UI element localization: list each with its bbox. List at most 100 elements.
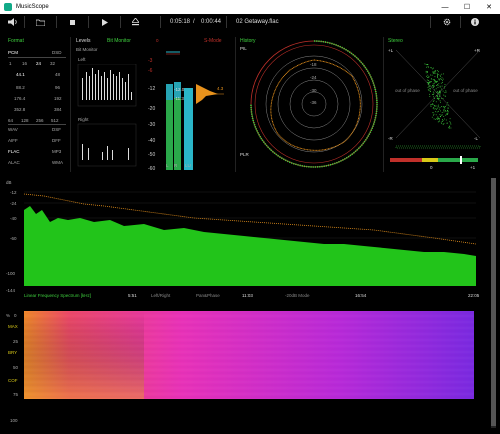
- spectrum-db-60: -60: [10, 236, 17, 241]
- loudness-value: 4.3: [217, 86, 224, 91]
- spectrum-db-12: -12: [10, 190, 17, 195]
- window-controls: — ☐ ✕: [434, 0, 500, 14]
- history-pil: PIL: [240, 46, 247, 51]
- vertical-scrollbar[interactable]: [491, 178, 496, 428]
- rate-96: 96: [55, 85, 61, 90]
- spectrogram-y-100: 100: [10, 418, 18, 423]
- rate-88-2: 88.2: [16, 85, 25, 90]
- gear-icon[interactable]: [443, 14, 451, 30]
- spectrum-mode-left-right[interactable]: Left/Right: [151, 293, 170, 298]
- maximize-button[interactable]: ☐: [456, 0, 478, 14]
- bit-depth-32: 32: [50, 61, 56, 66]
- rate-192: 192: [54, 96, 62, 101]
- history-ring-24: -24: [310, 75, 317, 80]
- history-ring-18: -18: [310, 62, 317, 67]
- format-dff: DFF: [52, 138, 61, 143]
- rate-44-1: 44.1: [16, 72, 25, 77]
- spectrum-mode-linear[interactable]: Linear Frequency Spectrum [kHz]: [24, 293, 91, 298]
- level-bar-left: [166, 84, 173, 170]
- history-plr-trace: [270, 59, 361, 151]
- spectrum-mode-20db[interactable]: -20dB Mode: [285, 293, 310, 298]
- bit-depth-1: 1: [9, 61, 12, 66]
- level-scale-tick: -30: [148, 122, 155, 128]
- close-button[interactable]: ✕: [478, 0, 500, 14]
- rate-48: 48: [55, 72, 61, 77]
- spectrum-mode-pan-phase[interactable]: Pan&Phase: [196, 293, 220, 298]
- stop-icon[interactable]: [70, 14, 75, 30]
- toolbar: 0:05:18 / 0:00:44 02 Getaway.flac: [0, 14, 500, 30]
- eject-icon[interactable]: [132, 14, 139, 30]
- rate-384: 384: [54, 107, 62, 112]
- dsd-rate-512: 512: [51, 118, 59, 123]
- spectrum-x-tick-2: 11:03: [242, 293, 253, 298]
- format-pcm: PCM: [8, 50, 18, 55]
- level-top-zero: 0: [156, 38, 159, 43]
- bit-monitor-left-label: Left: [78, 57, 86, 62]
- spectrogram: [24, 311, 474, 399]
- app-icon: [4, 3, 12, 11]
- track-name: 02 Getaway.flac: [236, 19, 279, 25]
- spectrogram-y-25: 25: [13, 339, 19, 344]
- spectrum-x-tick-1: 5:51: [128, 293, 137, 298]
- spectrogram-marker-max: MAX: [8, 324, 18, 329]
- folder-icon[interactable]: [36, 14, 45, 30]
- stereo-point-cloud: [424, 63, 452, 129]
- bit-monitor-label: Bit Monitor: [76, 47, 98, 52]
- level-scale-tick: -6: [148, 68, 153, 74]
- scrollbar-thumb[interactable]: [491, 178, 496, 426]
- dsd-rate-128: 128: [21, 118, 29, 123]
- channel-l: L: [166, 163, 169, 168]
- play-icon[interactable]: [102, 14, 108, 30]
- spectrum-db-100: -100: [6, 271, 16, 276]
- levels-mode[interactable]: Bit Monitor: [107, 38, 131, 44]
- format-aiff: AIFF: [8, 138, 18, 143]
- correlation-zero: 0: [430, 165, 433, 170]
- dsd-rate-64: 64: [8, 118, 14, 123]
- format-label: Format: [8, 38, 24, 44]
- spectrogram-y-0: 0: [14, 313, 17, 318]
- time-remaining: 0:00:44: [201, 19, 222, 25]
- bit-monitor-right-bits: [77, 123, 137, 167]
- spectrogram-percent: %: [6, 313, 11, 318]
- level-scale-tick: -40: [148, 138, 155, 144]
- spectrogram-y-75: 75: [13, 392, 19, 397]
- time-separator: /: [193, 19, 195, 25]
- spectrogram-y-50: 50: [13, 365, 19, 370]
- level-scale-tick: -60: [148, 166, 155, 172]
- title-bar: MusicScope — ☐ ✕: [0, 0, 500, 14]
- format-alac: ALAC: [8, 160, 20, 165]
- spectrum-db-unit: dB: [6, 180, 12, 185]
- level-scale-tick: -12: [148, 86, 155, 92]
- spectrum-x-tick-4: 22:05: [468, 293, 480, 298]
- correlation-meter: [390, 156, 478, 164]
- info-icon[interactable]: [471, 14, 479, 30]
- history-ring-36: -36: [310, 100, 317, 105]
- level-meter: -3 -6 -12 -20 -30 -40 -50 -60: [148, 51, 224, 172]
- minimize-button[interactable]: —: [434, 0, 456, 14]
- level-scale-tick: -50: [148, 152, 155, 158]
- peak-left: -12.0: [174, 87, 185, 92]
- rate-352-8: 352.8: [14, 107, 26, 112]
- format-dsd: DSD: [52, 50, 62, 55]
- stereo-scope: [390, 49, 481, 164]
- frequency-spectrum: [24, 191, 477, 286]
- spectrogram-marker-cof: COF: [8, 378, 18, 383]
- correlation-plus-one: +1: [470, 165, 476, 170]
- bit-monitor: [77, 64, 137, 167]
- format-wav: WAV: [8, 127, 18, 132]
- format-flac: FLAC: [8, 149, 20, 154]
- spectrogram-marker-bry: BRY: [8, 350, 18, 355]
- channel-r: R: [174, 163, 178, 168]
- bit-depth-16: 16: [22, 61, 28, 66]
- time-elapsed: 0:05:18: [170, 19, 191, 25]
- rate-176-4: 176.4: [14, 96, 26, 101]
- volume-icon[interactable]: [8, 14, 18, 30]
- bit-depth-24: 24: [36, 61, 42, 66]
- peak-right: -11.3: [174, 96, 184, 101]
- window-title: MusicScope: [16, 4, 49, 10]
- spectrum-db-24: -24: [10, 201, 17, 206]
- levels-label[interactable]: Levels: [76, 38, 90, 44]
- history-ring-30: -30: [310, 88, 317, 93]
- stereo-balance-bar: [395, 145, 481, 149]
- channel-lu: LU: [185, 163, 191, 168]
